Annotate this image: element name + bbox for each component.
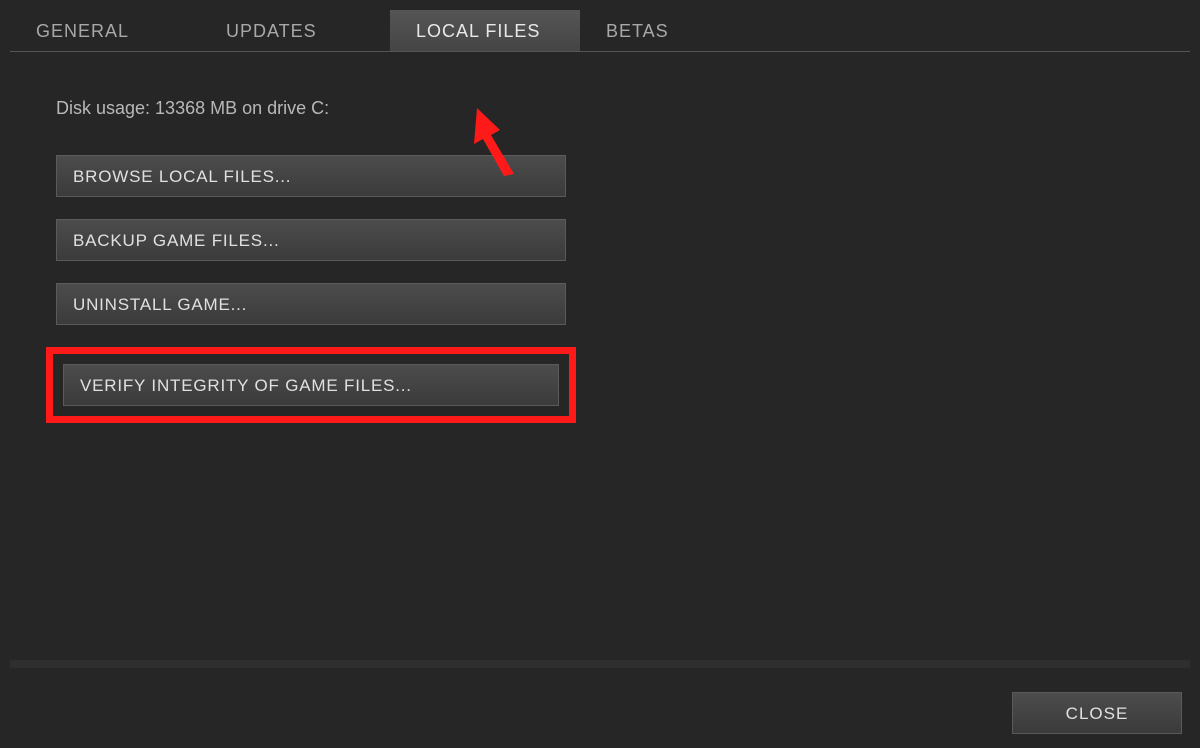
browse-local-files-button[interactable]: BROWSE LOCAL FILES... xyxy=(56,155,566,197)
close-button[interactable]: CLOSE xyxy=(1012,692,1182,734)
tab-local-files[interactable]: LOCAL FILES xyxy=(390,10,580,52)
backup-game-files-button[interactable]: BACKUP GAME FILES... xyxy=(56,219,566,261)
annotation-highlight-box: VERIFY INTEGRITY OF GAME FILES... xyxy=(46,347,576,423)
tab-bar: GENERAL UPDATES LOCAL FILES BETAS xyxy=(10,10,1190,52)
tab-updates[interactable]: UPDATES xyxy=(200,10,390,52)
tab-bar-fill xyxy=(770,10,1190,52)
button-column: BROWSE LOCAL FILES... BACKUP GAME FILES.… xyxy=(56,155,566,423)
local-files-panel: Disk usage: 13368 MB on drive C: BROWSE … xyxy=(10,52,1190,423)
separator-strip xyxy=(10,660,1190,668)
tab-betas[interactable]: BETAS xyxy=(580,10,770,52)
verify-integrity-button[interactable]: VERIFY INTEGRITY OF GAME FILES... xyxy=(63,364,559,406)
disk-usage-label: Disk usage: 13368 MB on drive C: xyxy=(56,98,1190,119)
properties-window: GENERAL UPDATES LOCAL FILES BETAS Disk u… xyxy=(0,0,1200,748)
tab-general[interactable]: GENERAL xyxy=(10,10,200,52)
uninstall-game-button[interactable]: UNINSTALL GAME... xyxy=(56,283,566,325)
